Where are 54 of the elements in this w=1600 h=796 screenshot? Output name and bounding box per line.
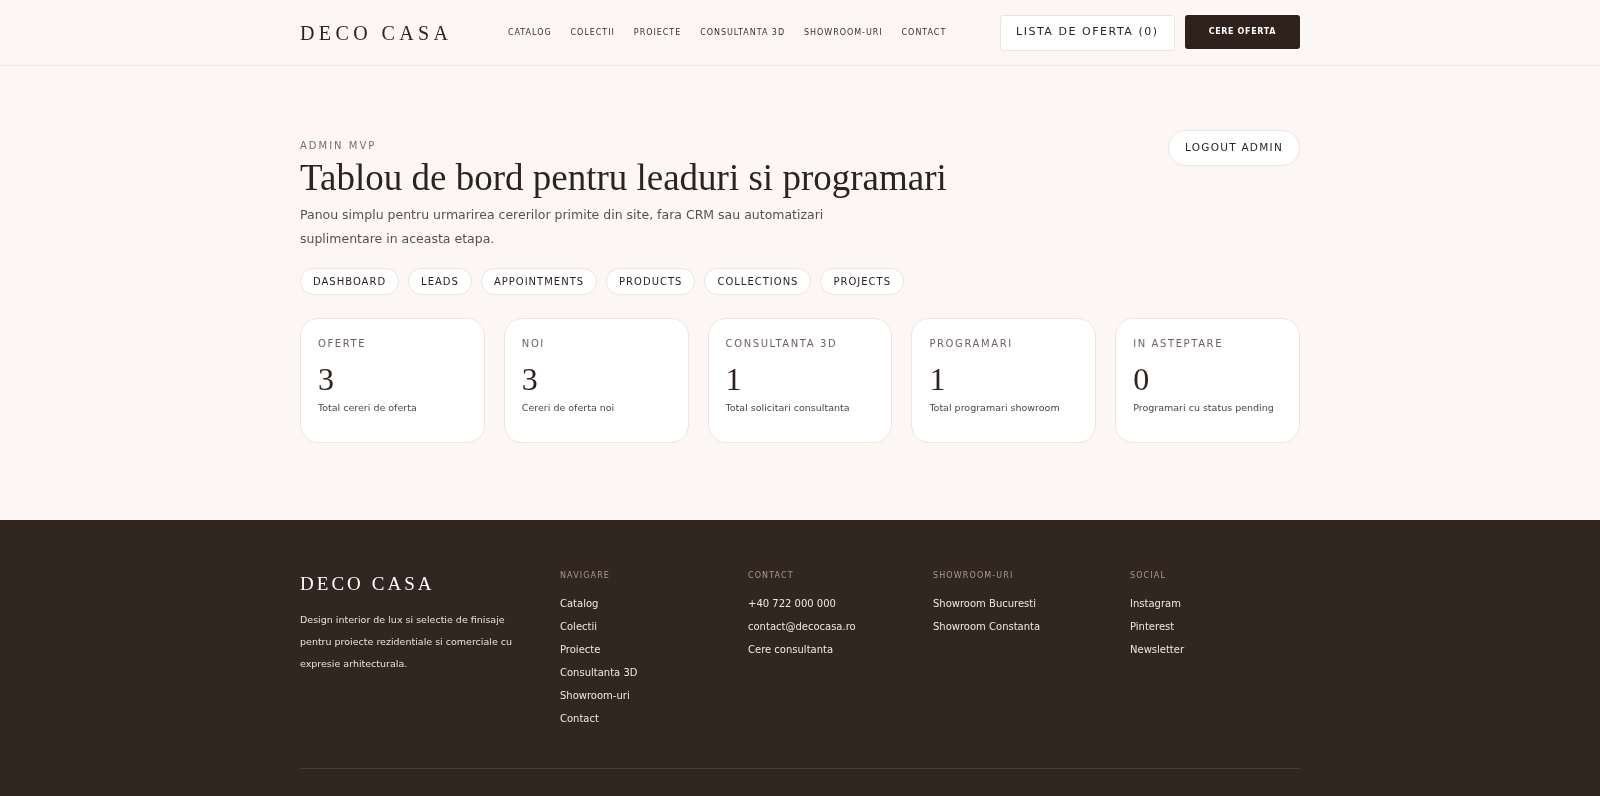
footer-link[interactable]: Showroom-uri [560, 684, 748, 707]
section-tab[interactable]: PRODUCTS [606, 268, 696, 295]
stat-label: OFERTE [318, 337, 368, 351]
footer-tagline: Design interior de lux si selectie de finisaje pentru proiecte rezidentiale si comerciale cu expresie arhitecturala. [300, 612, 514, 671]
stat-value: 3 [318, 360, 335, 399]
section-tab[interactable]: PROJECTS [820, 268, 905, 295]
stat-value: 1 [725, 360, 743, 399]
footer-link[interactable]: Proiecte [560, 638, 748, 661]
footer-link[interactable]: Cere consultanta [748, 638, 933, 661]
footer-link[interactable]: Instagram [1130, 592, 1270, 615]
footer-link[interactable]: contact@decocasa.ro [748, 615, 933, 638]
stat-caption: Total cereri de oferta [318, 401, 418, 415]
section-tab[interactable]: APPOINTMENTS [480, 268, 598, 295]
stat-value: 3 [521, 360, 539, 399]
nav-link[interactable]: CATALOG [508, 26, 552, 39]
stat-value: 0 [1133, 360, 1151, 399]
footer-link[interactable]: Pinterest [1130, 615, 1270, 638]
stat-caption: Total solicitari consultanta [725, 401, 851, 415]
section-tab[interactable]: COLLECTIONS [704, 268, 812, 295]
stat-label: PROGRAMARI [929, 337, 1014, 351]
request-quote-button[interactable]: CERE OFERTA [1184, 14, 1300, 49]
footer-link[interactable]: Showroom Constanta [933, 615, 1130, 638]
eyebrow-label: ADMIN MVP [300, 139, 378, 153]
page-title: Tablou de bord pentru leaduri si programari [300, 156, 947, 200]
footer-link[interactable]: Newsletter [1130, 638, 1270, 661]
nav-link[interactable]: CONTACT [901, 26, 947, 39]
footer-link[interactable]: Consultanta 3D [560, 661, 748, 684]
nav-link[interactable]: SHOWROOM-URI [804, 26, 883, 39]
footer-logo[interactable]: DECO CASA [300, 570, 560, 599]
nav-link[interactable]: PROIECTE [633, 26, 682, 39]
nav-link[interactable]: COLECTII [570, 26, 615, 39]
footer-heading: NAVIGARE [560, 570, 612, 582]
footer-heading: SOCIAL [1130, 570, 1167, 582]
quote-list-button[interactable]: LISTA DE OFERTA (0) [999, 14, 1175, 51]
footer-link[interactable]: Colectii [560, 615, 748, 638]
stat-caption: Cereri de oferta noi [521, 401, 616, 415]
stat-label: CONSULTANTA 3D [725, 337, 839, 351]
footer-heading: SHOWROOM-URI [933, 570, 1015, 582]
nav-link[interactable]: CONSULTANTA 3D [700, 26, 786, 39]
footer-link[interactable]: Catalog [560, 592, 748, 615]
stat-caption: Total programari showroom [929, 401, 1061, 415]
stat-value: 1 [929, 360, 947, 399]
stat-label: NOI [521, 337, 546, 351]
footer-link[interactable]: Showroom Bucuresti [933, 592, 1130, 615]
brand-logo[interactable]: DECO CASA [300, 17, 508, 48]
section-tab[interactable]: DASHBOARD [300, 268, 400, 295]
section-tab[interactable]: LEADS [408, 268, 472, 295]
footer-link[interactable]: +40 722 000 000 [748, 592, 933, 615]
footer-heading: CONTACT [748, 570, 795, 582]
stat-label: IN ASTEPTARE [1133, 337, 1225, 351]
stat-caption: Programari cu status pending [1133, 401, 1275, 415]
footer-link[interactable]: Contact [560, 707, 748, 730]
logout-button[interactable]: LOGOUT ADMIN [1168, 130, 1300, 166]
page-description: Panou simplu pentru urmarirea cererilor primite din site, fara CRM sau automatizari suplimentare in aceasta etapa. [300, 206, 825, 248]
